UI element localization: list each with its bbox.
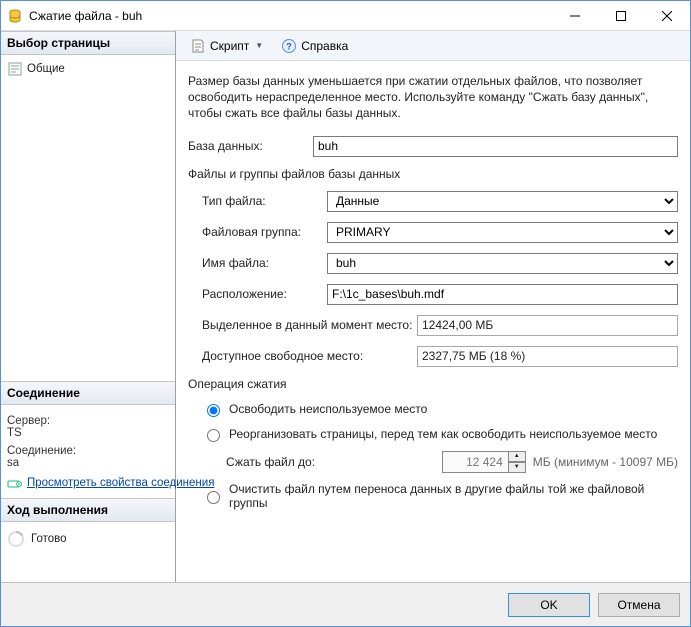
- minimize-button[interactable]: [552, 1, 598, 30]
- filename-label: Имя файла:: [202, 256, 327, 270]
- connection-label: Соединение:: [7, 445, 169, 457]
- empty-file-label: Очистить файл путем переноса данных в др…: [229, 482, 678, 510]
- server-value: TS: [7, 427, 169, 439]
- free-space-value: 2327,75 МБ (18 %): [417, 346, 678, 367]
- close-button[interactable]: [644, 1, 690, 30]
- shrink-to-input[interactable]: [442, 451, 508, 473]
- sidebar-item-label: Общие: [27, 63, 65, 75]
- ok-button[interactable]: OK: [508, 593, 590, 617]
- location-label: Расположение:: [202, 287, 327, 301]
- server-label: Сервер:: [7, 415, 169, 427]
- help-icon: ?: [281, 38, 297, 54]
- spinner-icon: [7, 530, 25, 548]
- page-select-header: Выбор страницы: [1, 31, 175, 55]
- dialog-window: Сжатие файла - buh Выбор страницы Общие: [0, 0, 691, 627]
- shrink-to-spinner[interactable]: ▲ ▼: [442, 451, 527, 473]
- release-unused-label: Освободить неиспользуемое место: [229, 402, 427, 416]
- window-title: Сжатие файла - buh: [29, 9, 552, 23]
- database-label: База данных:: [188, 139, 313, 153]
- connection-header: Соединение: [1, 381, 175, 405]
- dialog-footer: OK Отмена: [1, 582, 690, 626]
- help-button[interactable]: ? Справка: [275, 35, 354, 57]
- titlebar: Сжатие файла - buh: [1, 1, 690, 31]
- filegroup-label: Файловая группа:: [202, 225, 327, 239]
- progress-status: Готово: [31, 533, 67, 545]
- connection-icon: [7, 475, 23, 491]
- file-type-label: Тип файла:: [202, 194, 327, 208]
- filename-select[interactable]: buh: [327, 253, 678, 274]
- toolbar: Скрипт ▼ ? Справка: [176, 31, 690, 61]
- file-type-select[interactable]: Данные: [327, 191, 678, 212]
- script-icon: [190, 38, 206, 54]
- content: Скрипт ▼ ? Справка Размер базы данных ум…: [176, 31, 690, 582]
- reorganize-radio[interactable]: [207, 429, 220, 442]
- empty-file-radio[interactable]: [207, 491, 220, 504]
- reorganize-label: Реорганизовать страницы, перед тем как о…: [229, 427, 657, 441]
- script-button[interactable]: Скрипт ▼: [184, 35, 269, 57]
- filegroup-select[interactable]: PRIMARY: [327, 222, 678, 243]
- allocated-label: Выделенное в данный момент место:: [202, 318, 417, 332]
- release-unused-radio[interactable]: [207, 404, 220, 417]
- chevron-down-icon: ▼: [255, 41, 263, 50]
- svg-text:?: ?: [286, 41, 292, 51]
- free-space-label: Доступное свободное место:: [202, 349, 417, 363]
- allocated-value: 12424,00 МБ: [417, 315, 678, 336]
- location-input[interactable]: [327, 284, 678, 305]
- database-icon: [7, 8, 23, 24]
- cancel-button[interactable]: Отмена: [598, 593, 680, 617]
- spinner-down-icon[interactable]: ▼: [508, 462, 526, 473]
- sidebar-item-general[interactable]: Общие: [7, 59, 169, 79]
- shrink-to-label: Сжать файл до:: [226, 455, 336, 469]
- page-icon: [7, 61, 23, 77]
- connection-value: sa: [7, 457, 169, 469]
- database-input[interactable]: [313, 136, 678, 157]
- shrink-to-suffix: МБ (минимум - 10097 МБ): [533, 455, 678, 469]
- spinner-up-icon[interactable]: ▲: [508, 451, 526, 462]
- description-text: Размер базы данных уменьшается при сжати…: [188, 73, 678, 122]
- progress-header: Ход выполнения: [1, 498, 175, 522]
- shrink-op-header: Операция сжатия: [188, 377, 678, 391]
- maximize-button[interactable]: [598, 1, 644, 30]
- sidebar: Выбор страницы Общие Соединение Сервер: …: [1, 31, 176, 582]
- files-group-header: Файлы и группы файлов базы данных: [188, 167, 678, 181]
